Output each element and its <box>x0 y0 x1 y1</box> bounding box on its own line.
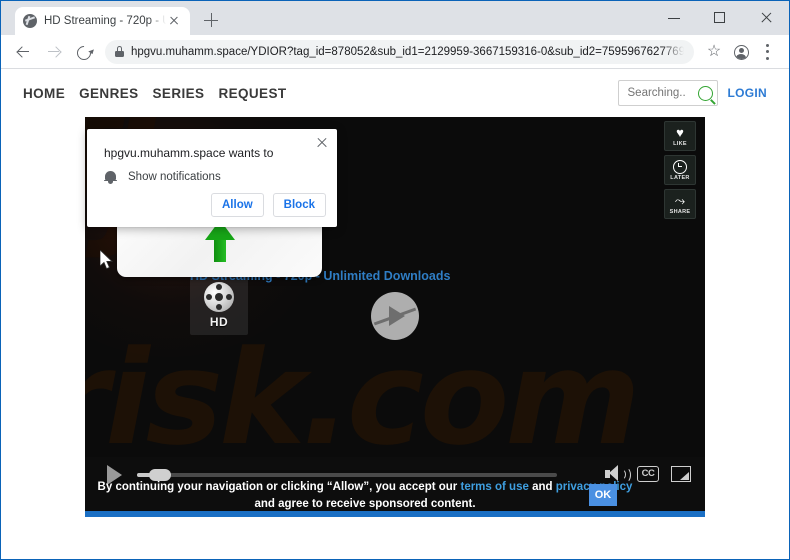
browser-window: HD Streaming - 720p - Unlimited hpgvu.mu… <box>0 0 790 560</box>
bottom-blue-bar <box>85 511 705 517</box>
browser-tab[interactable]: HD Streaming - 720p - Unlimited <box>15 7 190 35</box>
thumbnail-hd-label: HD <box>209 314 229 329</box>
page-content: HOME GENRES SERIES REQUEST LOGIN fjr ris… <box>1 69 789 559</box>
consent-part1: By continuing your navigation or clickin… <box>97 481 461 493</box>
terms-of-use-link[interactable]: terms of use <box>460 481 528 493</box>
back-arrow-icon <box>18 47 29 57</box>
dialog-permission-label: Show notifications <box>128 171 221 183</box>
clock-icon <box>673 159 687 174</box>
consent-part2: and <box>528 481 556 493</box>
dialog-buttons: Allow Block <box>211 193 326 217</box>
block-button[interactable]: Block <box>272 193 326 217</box>
reload-button[interactable] <box>69 38 97 66</box>
site-nav-right: LOGIN <box>617 80 768 106</box>
star-icon: ☆ <box>706 42 722 60</box>
bookmark-button[interactable]: ☆ <box>701 39 727 65</box>
tab-title: HD Streaming - 720p - Unlimited <box>44 15 166 27</box>
profile-button[interactable] <box>728 39 754 65</box>
allow-button[interactable]: Allow <box>211 193 264 217</box>
tab-close-icon[interactable] <box>166 13 182 29</box>
dialog-close-icon[interactable] <box>315 136 329 150</box>
center-play-disabled-icon[interactable] <box>371 292 419 340</box>
lock-icon <box>115 46 124 57</box>
bell-icon <box>104 170 117 184</box>
player-side-actions: ♥ LIKE LATER ⤳ SHARE <box>664 121 696 219</box>
share-label: SHARE <box>669 208 691 215</box>
sidebar-item-request[interactable]: REQUEST <box>218 86 286 101</box>
magnifier-icon[interactable] <box>697 85 713 101</box>
later-button[interactable]: LATER <box>664 155 696 185</box>
sidebar-item-genres[interactable]: GENRES <box>79 86 138 101</box>
login-link[interactable]: LOGIN <box>728 86 768 100</box>
minimize-icon[interactable] <box>651 1 697 35</box>
maximize-icon[interactable] <box>697 1 743 35</box>
video-thumbnail: HD <box>190 277 248 335</box>
ok-button[interactable]: OK <box>589 484 617 506</box>
close-icon[interactable] <box>743 1 789 35</box>
dialog-permission-row: Show notifications <box>104 170 221 184</box>
new-tab-button[interactable] <box>198 7 224 33</box>
later-label: LATER <box>670 174 690 181</box>
title-bar: HD Streaming - 720p - Unlimited <box>1 1 789 35</box>
consent-part3: and agree to receive sponsored content. <box>254 498 476 510</box>
share-icon: ⤳ <box>674 192 686 208</box>
address-bar[interactable]: hpgvu.muhamm.space/YDIOR?tag_id=878052&s… <box>105 39 694 64</box>
address-bar-url: hpgvu.muhamm.space/YDIOR?tag_id=878052&s… <box>131 45 684 58</box>
share-button[interactable]: ⤳ SHARE <box>664 189 696 219</box>
site-navbar: HOME GENRES SERIES REQUEST LOGIN <box>1 69 789 117</box>
consent-text: By continuing your navigation or clickin… <box>85 479 645 513</box>
dialog-title: hpgvu.muhamm.space wants to <box>104 146 274 160</box>
watermark-bottom: risk.com <box>85 322 641 474</box>
heart-icon: ♥ <box>676 124 684 140</box>
film-reel-icon <box>204 281 234 312</box>
sidebar-item-series[interactable]: SERIES <box>153 86 205 101</box>
site-nav-links: HOME GENRES SERIES REQUEST <box>23 86 287 101</box>
globe-icon <box>23 14 37 28</box>
like-button[interactable]: ♥ LIKE <box>664 121 696 151</box>
three-dot-menu-icon <box>766 43 769 60</box>
notification-permission-dialog: hpgvu.muhamm.space wants to Show notific… <box>87 129 337 227</box>
like-label: LIKE <box>673 140 687 147</box>
forward-button[interactable] <box>39 38 67 66</box>
browser-toolbar: hpgvu.muhamm.space/YDIOR?tag_id=878052&s… <box>1 35 789 69</box>
seek-bar[interactable] <box>137 469 557 481</box>
search-box[interactable] <box>617 80 718 106</box>
profile-avatar-icon <box>734 44 749 60</box>
window-controls <box>651 1 789 35</box>
forward-arrow-icon <box>48 47 59 57</box>
reload-icon <box>74 42 94 63</box>
back-button[interactable] <box>9 38 37 66</box>
player-control-bar: CC By continuing your navigation or clic… <box>85 457 705 517</box>
search-input[interactable] <box>625 86 698 100</box>
browser-menu-button[interactable] <box>755 39 781 65</box>
fullscreen-icon[interactable] <box>671 465 691 482</box>
sidebar-item-home[interactable]: HOME <box>23 86 65 101</box>
